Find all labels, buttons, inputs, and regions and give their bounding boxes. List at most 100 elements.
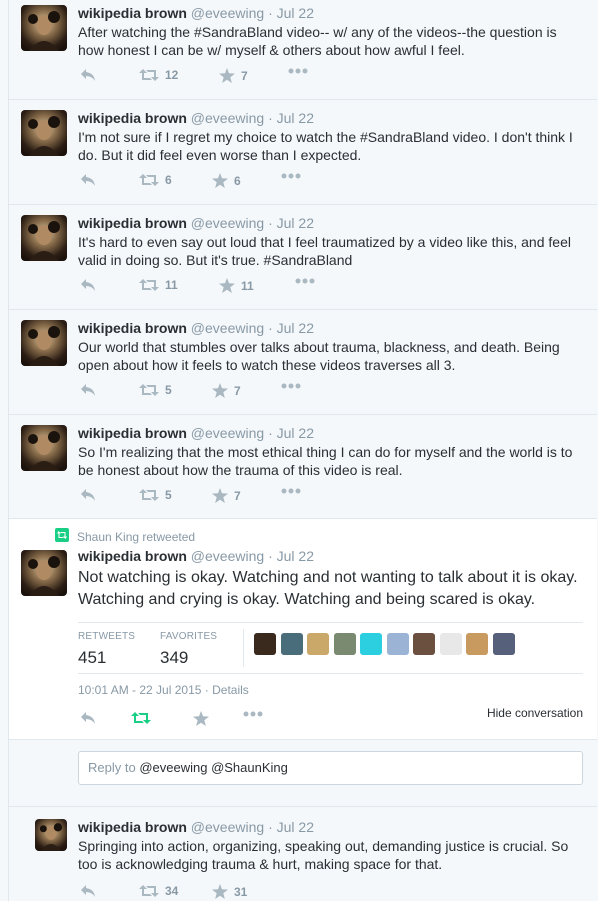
avatar[interactable]: [21, 320, 67, 366]
avatar[interactable]: [21, 5, 67, 51]
more-button[interactable]: [281, 383, 301, 389]
tweet-timestamp[interactable]: 10:01 AM - 22 Jul 2015: [78, 683, 201, 697]
retweet-button[interactable]: [131, 711, 151, 725]
author-handle[interactable]: @eveewing: [191, 320, 264, 336]
more-button[interactable]: [295, 278, 315, 284]
retweet-count: 34: [165, 884, 179, 898]
more-button[interactable]: [281, 488, 301, 494]
retweet-button[interactable]: 5: [139, 383, 172, 397]
favoriter-avatar[interactable]: [386, 633, 409, 655]
retweet-button[interactable]: 6: [139, 173, 172, 187]
favorite-count: 7: [234, 383, 241, 398]
reply-button[interactable]: [80, 278, 96, 292]
tweet-item[interactable]: wikipedia brown @eveewing · Jul 22 Our w…: [9, 310, 597, 415]
avatar[interactable]: [21, 550, 67, 596]
more-button[interactable]: [288, 68, 308, 74]
avatar[interactable]: [35, 819, 67, 851]
tweet-time[interactable]: Jul 22: [277, 320, 314, 336]
author-name[interactable]: wikipedia brown: [78, 819, 187, 835]
retweet-count: 5: [165, 383, 172, 397]
author-handle[interactable]: @eveewing: [191, 110, 264, 126]
timeline: wikipedia brown @eveewing · Jul 22 After…: [8, 0, 597, 901]
retweet-button[interactable]: 5: [139, 488, 172, 502]
author-name[interactable]: wikipedia brown: [78, 320, 187, 336]
author-handle[interactable]: @eveewing: [191, 819, 264, 835]
reply-button[interactable]: [80, 711, 96, 725]
author-handle[interactable]: @eveewing: [191, 425, 264, 441]
tweet-actions: 34 31: [78, 884, 378, 901]
expanded-tweet[interactable]: Shaun King retweeted wikipedia brown @ev…: [9, 519, 597, 739]
timestamp-separator: ·: [204, 683, 209, 697]
reply-button[interactable]: [80, 488, 96, 502]
retweets-label: RETWEETS: [78, 631, 136, 642]
retweet-icon: [139, 383, 159, 397]
retweet-button[interactable]: 11: [139, 278, 178, 292]
avatar[interactable]: [21, 215, 67, 261]
tweet-text: So I'm realizing that the most ethical t…: [78, 444, 573, 478]
retweet-button[interactable]: 34: [139, 884, 178, 898]
favoriter-avatar[interactable]: [492, 633, 515, 655]
reply-button[interactable]: [80, 68, 96, 82]
reply-button[interactable]: [80, 383, 96, 397]
retweet-button[interactable]: 12: [139, 68, 178, 82]
separator: ·: [268, 819, 277, 835]
favorite-button[interactable]: 7: [212, 383, 241, 398]
tweet-header: wikipedia brown @eveewing · Jul 22: [78, 320, 314, 336]
tweet-item[interactable]: wikipedia brown @eveewing · Jul 22 I'm n…: [9, 100, 597, 205]
favoriter-avatar[interactable]: [280, 633, 303, 655]
favorite-button[interactable]: [193, 711, 209, 726]
retweets-stat[interactable]: RETWEETS 451: [78, 631, 135, 668]
favoriter-avatar[interactable]: [360, 633, 382, 655]
author-handle[interactable]: @eveewing: [191, 215, 264, 231]
reply-input[interactable]: Reply to @eveewing @ShaunKing: [78, 751, 583, 785]
star-icon: [212, 383, 228, 398]
reply-mentions: @eveewing @ShaunKing: [139, 760, 288, 775]
favoriter-avatar[interactable]: [254, 633, 276, 655]
tweet-item[interactable]: wikipedia brown @eveewing · Jul 22 So I'…: [9, 415, 597, 519]
favorite-count: 7: [234, 488, 241, 503]
avatar[interactable]: [21, 425, 67, 471]
tweet-time[interactable]: Jul 22: [277, 819, 314, 835]
favoriter-avatar[interactable]: [413, 633, 435, 655]
tweet-time[interactable]: Jul 22: [277, 548, 314, 564]
reply-icon: [80, 711, 96, 725]
author-name[interactable]: wikipedia brown: [78, 215, 187, 231]
tweet-time[interactable]: Jul 22: [277, 110, 314, 126]
author-name[interactable]: wikipedia brown: [78, 110, 187, 126]
author-name[interactable]: wikipedia brown: [78, 5, 187, 21]
tweet-time[interactable]: Jul 22: [277, 215, 314, 231]
retweeted-by[interactable]: Shaun King retweeted: [55, 528, 195, 545]
more-button[interactable]: [243, 711, 263, 717]
separator: ·: [268, 548, 277, 564]
favoriter-avatar[interactable]: [439, 633, 462, 655]
star-icon: [212, 488, 228, 503]
tweet-stats: RETWEETS 451 FAVORITES 349: [78, 622, 583, 674]
tweet-item[interactable]: wikipedia brown @eveewing · Jul 22 After…: [9, 0, 597, 100]
favoriter-avatar[interactable]: [333, 633, 356, 655]
favorite-button[interactable]: 6: [212, 173, 241, 188]
tweet-item[interactable]: wikipedia brown @eveewing · Jul 22 Sprin…: [9, 807, 597, 901]
tweet-time[interactable]: Jul 22: [277, 425, 314, 441]
favoriter-avatar[interactable]: [466, 633, 488, 655]
author-name[interactable]: wikipedia brown: [78, 548, 187, 564]
favorite-button[interactable]: 7: [212, 488, 241, 503]
tweet-item[interactable]: wikipedia brown @eveewing · Jul 22 It's …: [9, 205, 597, 310]
author-handle[interactable]: @eveewing: [191, 548, 264, 564]
star-icon: [212, 173, 228, 188]
more-button[interactable]: [281, 173, 301, 179]
retweet-icon: [139, 884, 159, 898]
reply-button[interactable]: [80, 884, 96, 898]
reply-button[interactable]: [80, 173, 96, 187]
author-handle[interactable]: @eveewing: [191, 5, 264, 21]
tweet-time[interactable]: Jul 22: [277, 5, 314, 21]
hide-conversation-link[interactable]: Hide conversation: [487, 706, 583, 720]
favoriter-avatar[interactable]: [307, 633, 329, 655]
favorite-button[interactable]: 31: [212, 884, 247, 899]
favorites-stat[interactable]: FAVORITES 349: [160, 631, 217, 668]
favorite-button[interactable]: 7: [219, 68, 248, 83]
favorite-button[interactable]: 11: [219, 278, 254, 293]
author-name[interactable]: wikipedia brown: [78, 425, 187, 441]
avatar[interactable]: [21, 110, 67, 156]
favorites-count: 349: [160, 648, 189, 667]
details-link[interactable]: Details: [212, 683, 249, 697]
